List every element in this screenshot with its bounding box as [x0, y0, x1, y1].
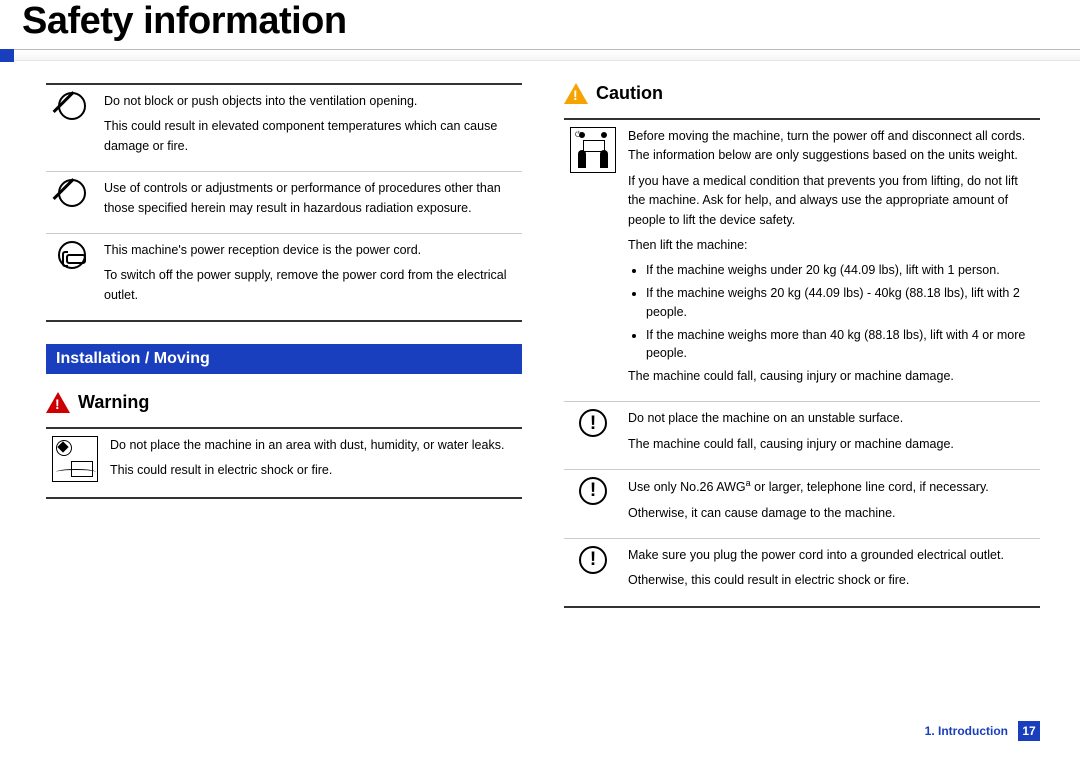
caution-label: Caution	[596, 83, 663, 104]
page-title: Safety information	[0, 0, 1080, 49]
left-column: Do not block or push objects into the ve…	[46, 83, 522, 608]
caution-triangle-icon	[564, 83, 588, 104]
mandatory-icon	[579, 546, 607, 574]
lift-guidelines-list: If the machine weighs under 20 kg (44.09…	[628, 261, 1034, 363]
safety-table-top: Do not block or push objects into the ve…	[46, 83, 522, 322]
safety-text: Do not place the machine in an area with…	[110, 436, 516, 455]
table-row: Do not block or push objects into the ve…	[46, 84, 522, 172]
safety-text: The machine could fall, causing injury o…	[628, 435, 1034, 454]
safety-text: Do not block or push objects into the ve…	[104, 92, 516, 111]
safety-text: Do not place the machine on an unstable …	[628, 409, 1034, 428]
safety-text: The machine could fall, causing injury o…	[628, 367, 1034, 386]
safety-text: Use of controls or adjustments or perfor…	[104, 179, 516, 218]
right-column: Caution Before moving the machine, turn …	[564, 83, 1040, 608]
safety-text: Before moving the machine, turn the powe…	[628, 127, 1034, 166]
table-row: Before moving the machine, turn the powe…	[564, 119, 1040, 402]
safety-text: To switch off the power supply, remove t…	[104, 266, 516, 305]
table-row: Do not place the machine on an unstable …	[564, 402, 1040, 470]
safety-text: This could result in elevated component …	[104, 117, 516, 156]
warning-heading: Warning	[46, 392, 522, 413]
mandatory-icon	[579, 477, 607, 505]
safety-text: Otherwise, it can cause damage to the ma…	[628, 504, 1034, 523]
safety-text: If you have a medical condition that pre…	[628, 172, 1034, 230]
table-row: Make sure you plug the power cord into a…	[564, 539, 1040, 607]
table-row: Do not place the machine in an area with…	[46, 428, 522, 498]
list-item: If the machine weighs more than 40 kg (8…	[646, 326, 1034, 364]
safety-table-caution: Before moving the machine, turn the powe…	[564, 118, 1040, 608]
team-lift-icon	[570, 127, 616, 173]
mandatory-icon	[579, 409, 607, 437]
no-dust-humidity-icon	[52, 436, 98, 482]
safety-text: Then lift the machine:	[628, 236, 1034, 255]
safety-text: This could result in electric shock or f…	[110, 461, 516, 480]
safety-text: Use only No.26 AWGa or larger, telephone…	[628, 477, 1034, 498]
safety-text: Otherwise, this could result in electric…	[628, 571, 1034, 590]
caution-heading: Caution	[564, 83, 1040, 104]
warning-label: Warning	[78, 392, 149, 413]
section-heading: Installation / Moving	[46, 344, 522, 374]
chapter-label: 1. Introduction	[925, 724, 1008, 738]
prohibit-icon	[58, 179, 86, 207]
list-item: If the machine weighs 20 kg (44.09 lbs) …	[646, 284, 1034, 322]
list-item: If the machine weighs under 20 kg (44.09…	[646, 261, 1034, 280]
title-rule	[0, 49, 1080, 61]
prohibit-icon	[58, 92, 86, 120]
power-plug-icon	[58, 241, 86, 269]
safety-text: This machine's power reception device is…	[104, 241, 516, 260]
safety-text: Make sure you plug the power cord into a…	[628, 546, 1034, 565]
table-row: This machine's power reception device is…	[46, 233, 522, 321]
page-number: 17	[1018, 721, 1040, 741]
page-footer: 1. Introduction 17	[925, 721, 1040, 741]
table-row: Use only No.26 AWGa or larger, telephone…	[564, 470, 1040, 539]
table-row: Use of controls or adjustments or perfor…	[46, 172, 522, 234]
warning-triangle-icon	[46, 392, 70, 413]
safety-table-warning: Do not place the machine in an area with…	[46, 427, 522, 499]
